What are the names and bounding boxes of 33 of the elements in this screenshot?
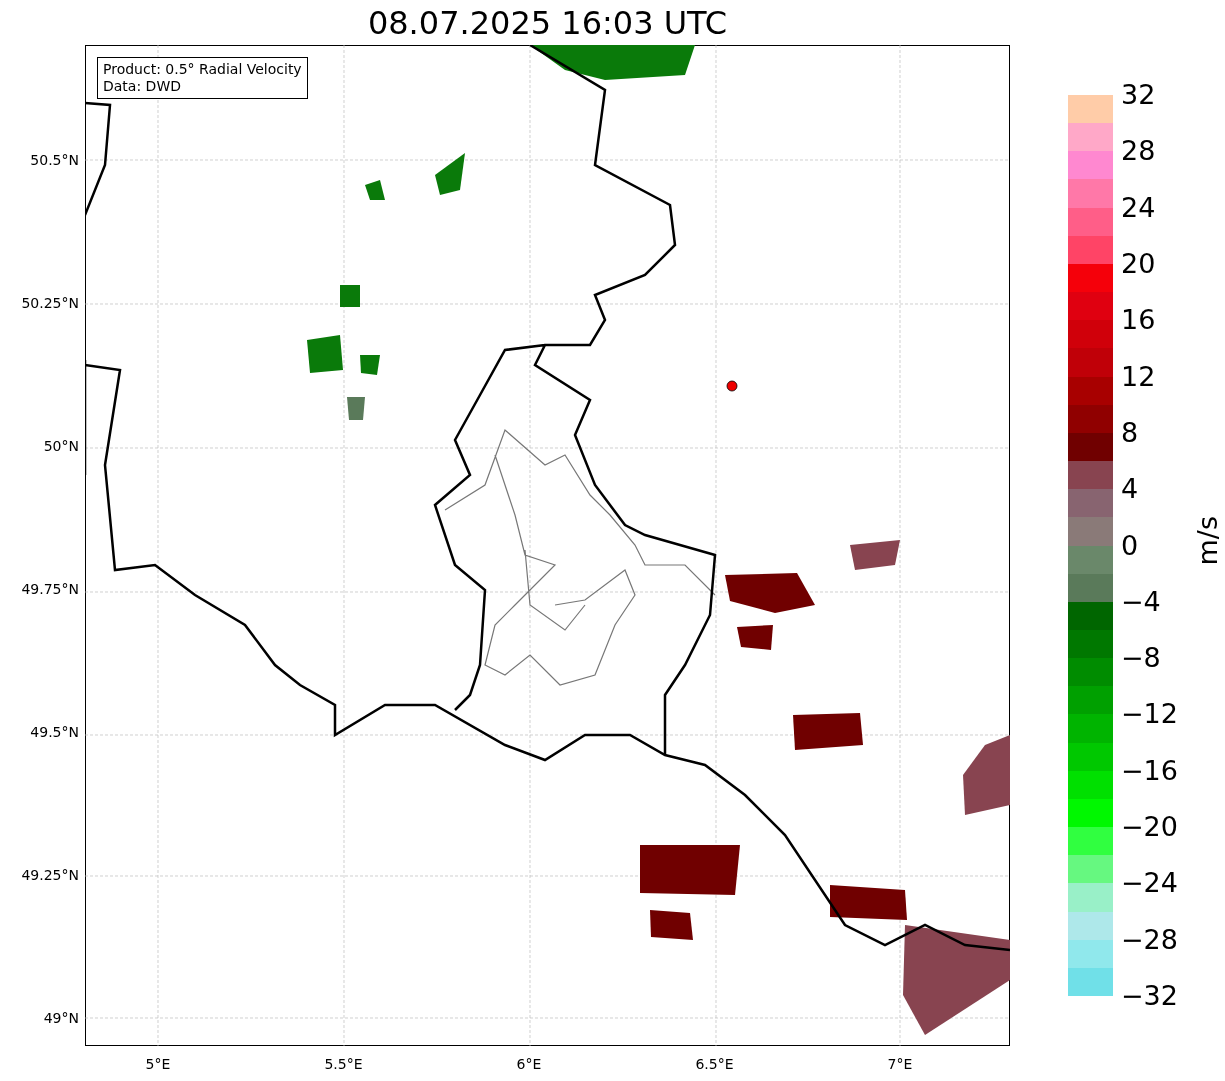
latitude-tick-label: 49.5°N: [30, 723, 79, 742]
colorbar-tick-label: −16: [1121, 755, 1178, 786]
longitude-tick-label: 7°E: [886, 1055, 914, 1074]
colorbar-tick-label: −20: [1121, 812, 1178, 843]
colorbar-tick-label: 16: [1121, 305, 1157, 336]
latitude-tick-label: 50.5°N: [30, 151, 79, 170]
latitude-tick-label: 49.25°N: [21, 866, 79, 885]
colorbar-tick-label: 8: [1121, 417, 1140, 448]
latitude-tick-label: 50°N: [43, 437, 79, 456]
colorbar-tick-label: −28: [1121, 924, 1178, 955]
colorbar-tick-label: −4: [1121, 586, 1162, 617]
chart-title: 08.07.2025 16:03 UTC: [367, 2, 728, 43]
colorbar-tick-label: 12: [1121, 361, 1157, 392]
colorbar-tick-label: 32: [1121, 80, 1157, 110]
colorbar-tick-label: 0: [1121, 530, 1140, 561]
colorbar-unit-label: m/s: [1192, 515, 1223, 566]
longitude-tick-label: 6.5°E: [694, 1055, 735, 1074]
longitude-tick-label: 6°E: [515, 1055, 543, 1074]
colorbar-tick-label: −8: [1121, 643, 1162, 674]
latitude-tick-label: 49°N: [43, 1009, 79, 1028]
latitude-tick-label: 50.25°N: [21, 294, 79, 313]
latitude-tick-label: 49.75°N: [21, 580, 79, 599]
longitude-tick-label: 5.5°E: [323, 1055, 364, 1074]
colorbar-tick-label: 28: [1121, 136, 1157, 167]
longitude-tick-label: 5°E: [144, 1055, 172, 1074]
colorbar-tick-label: 24: [1121, 192, 1157, 223]
colorbar-tick-label: −32: [1121, 981, 1178, 1011]
colorbar-tick-label: −12: [1121, 699, 1178, 730]
legend-text: Data: DWD: [103, 78, 182, 95]
colorbar-tick-label: −24: [1121, 868, 1178, 899]
colorbar-tick-label: 4: [1121, 474, 1140, 505]
legend-text: Product: 0.5° Radial Velocity: [103, 61, 302, 78]
colorbar-tick-label: 20: [1121, 248, 1157, 279]
